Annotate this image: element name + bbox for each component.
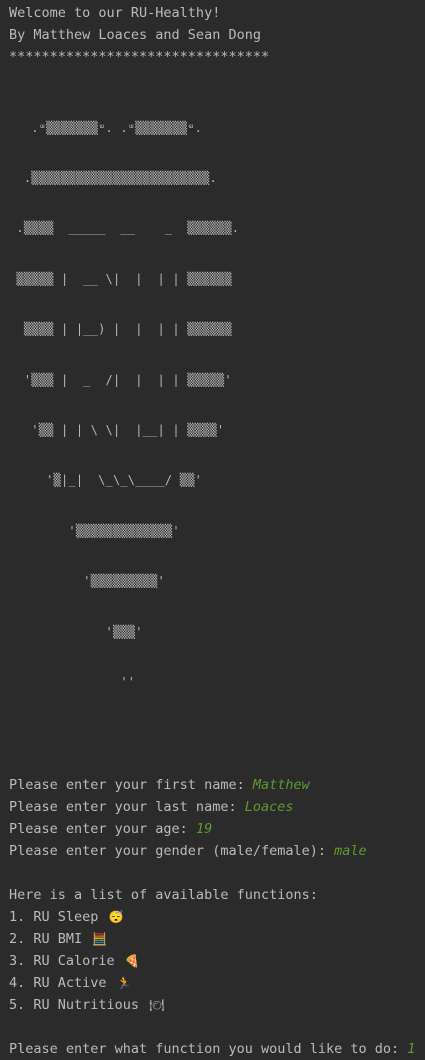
- function-item-bmi: 2. RU BMI 🧮: [9, 928, 419, 950]
- function-choice-prompt: Please enter what function you would lik…: [9, 1038, 419, 1060]
- ascii-line: '▒▒▒▒▒▒▒▒▒▒▒▒▒': [9, 523, 180, 538]
- function-label: 2. RU BMI: [9, 931, 83, 948]
- plate-icon: 🍽: [149, 998, 165, 1013]
- ascii-line: '▒|_| \_\_\____/ ▒▒': [9, 473, 203, 488]
- ascii-line: '▒▒▒': [9, 624, 143, 639]
- ascii-line: '▒▒ | | \ \| |__| | ▒▒▒▒': [9, 422, 225, 437]
- ascii-line: '▒▒▒ | _ /| | | | ▒▒▒▒▒': [9, 372, 232, 387]
- ascii-line: '': [9, 674, 136, 689]
- authors-text: By Matthew Loaces and Sean Dong: [9, 27, 261, 43]
- console-output: Welcome to our RU-Healthy! By Matthew Lo…: [9, 2, 419, 1060]
- welcome-text: Welcome to our RU-Healthy!: [9, 5, 221, 21]
- function-item-calorie: 3. RU Calorie 🍕: [9, 950, 419, 972]
- function-label: 1. RU Sleep: [9, 909, 99, 926]
- separator-text: ********************************: [9, 49, 270, 65]
- function-label: 5. RU Nutritious: [9, 997, 140, 1014]
- running-person-icon: 🏃: [116, 976, 132, 991]
- age-input[interactable]: 19: [196, 821, 212, 837]
- abacus-icon: 🧮: [92, 932, 108, 947]
- first-name-prompt: Please enter your first name: Matthew: [9, 774, 419, 796]
- function-item-nutritious: 5. RU Nutritious 🍽: [9, 994, 419, 1016]
- prompt-label: Please enter what function you would lik…: [9, 1041, 408, 1058]
- ascii-line: .▒▒▒▒ _____ __ _ ▒▒▒▒▒▒.: [9, 221, 240, 236]
- function-item-sleep: 1. RU Sleep 😴: [9, 906, 419, 928]
- heart-ascii-art: .ᵚ▒▒▒▒▒▒▒ᵚ. .ᵚ▒▒▒▒▒▒▒ᵚ. .▒▒▒▒▒▒▒▒▒▒▒▒▒▒▒…: [9, 86, 419, 724]
- ascii-line: '▒▒▒▒▒▒▒▒▒': [9, 574, 165, 589]
- function-item-active: 4. RU Active 🏃: [9, 972, 419, 994]
- ascii-line: .▒▒▒▒▒▒▒▒▒▒▒▒▒▒▒▒▒▒▒▒▒▒▒▒.: [9, 170, 217, 185]
- function-label: 3. RU Calorie: [9, 953, 115, 970]
- prompt-label: Please enter your age:: [9, 821, 196, 838]
- gender-prompt: Please enter your gender (male/female): …: [9, 840, 419, 862]
- ascii-line: ▒▒▒▒ | |__) | | | | ▒▒▒▒▒▒: [9, 322, 232, 337]
- gender-input[interactable]: male: [334, 843, 367, 859]
- sleeping-face-icon: 😴: [108, 910, 124, 925]
- functions-heading: Here is a list of available functions:: [9, 887, 318, 904]
- pizza-icon: 🍕: [124, 954, 140, 969]
- function-choice-input[interactable]: 1: [407, 1041, 415, 1057]
- prompt-label: Please enter your gender (male/female):: [9, 843, 335, 860]
- prompt-label: Please enter your first name:: [9, 777, 253, 794]
- last-name-prompt: Please enter your last name: Loaces: [9, 796, 419, 818]
- function-label: 4. RU Active: [9, 975, 107, 992]
- ascii-line: ▒▒▒▒▒ | __ \| | | | ▒▒▒▒▒▒: [9, 271, 232, 286]
- first-name-input[interactable]: Matthew: [253, 777, 310, 793]
- prompt-label: Please enter your last name:: [9, 799, 245, 816]
- ascii-line: .ᵚ▒▒▒▒▒▒▒ᵚ. .ᵚ▒▒▒▒▒▒▒ᵚ.: [9, 120, 203, 135]
- last-name-input[interactable]: Loaces: [245, 799, 294, 815]
- age-prompt: Please enter your age: 19: [9, 818, 419, 840]
